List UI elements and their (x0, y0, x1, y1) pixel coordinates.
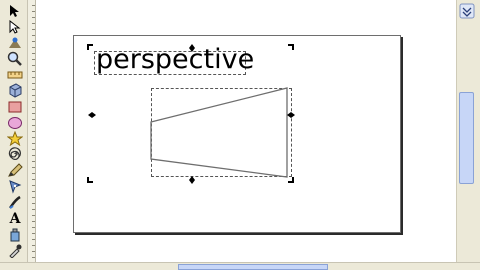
text-icon[interactable]: A (6, 211, 24, 227)
node-editor-icon[interactable] (6, 19, 24, 34)
star-icon[interactable] (6, 131, 24, 146)
selector-arrow-icon[interactable] (6, 3, 24, 18)
pen-icon[interactable] (6, 179, 24, 194)
tweak-icon[interactable] (6, 35, 24, 50)
perspective-text-object[interactable]: perspective (96, 44, 254, 75)
toolbox: A (0, 0, 28, 270)
selection-bounding-box (151, 88, 292, 177)
ellipse-icon[interactable] (6, 115, 24, 130)
page-shadow (401, 37, 403, 235)
measure-icon[interactable] (6, 67, 24, 82)
spiral-icon[interactable] (6, 147, 24, 162)
pencil-icon[interactable] (6, 163, 24, 178)
page-shadow (75, 233, 403, 235)
rectangle-icon[interactable] (6, 99, 24, 114)
calligraphy-icon[interactable] (6, 195, 24, 210)
vertical-scroll-thumb[interactable] (459, 92, 474, 184)
spray-icon[interactable] (6, 227, 24, 242)
horizontal-scroll-thumb[interactable] (178, 264, 328, 270)
zoom-icon[interactable] (6, 51, 24, 66)
3d-box-icon[interactable] (6, 83, 24, 98)
vertical-ruler[interactable] (28, 0, 36, 262)
lock-guides-icon[interactable] (458, 2, 476, 20)
dropper-icon[interactable] (6, 243, 24, 258)
